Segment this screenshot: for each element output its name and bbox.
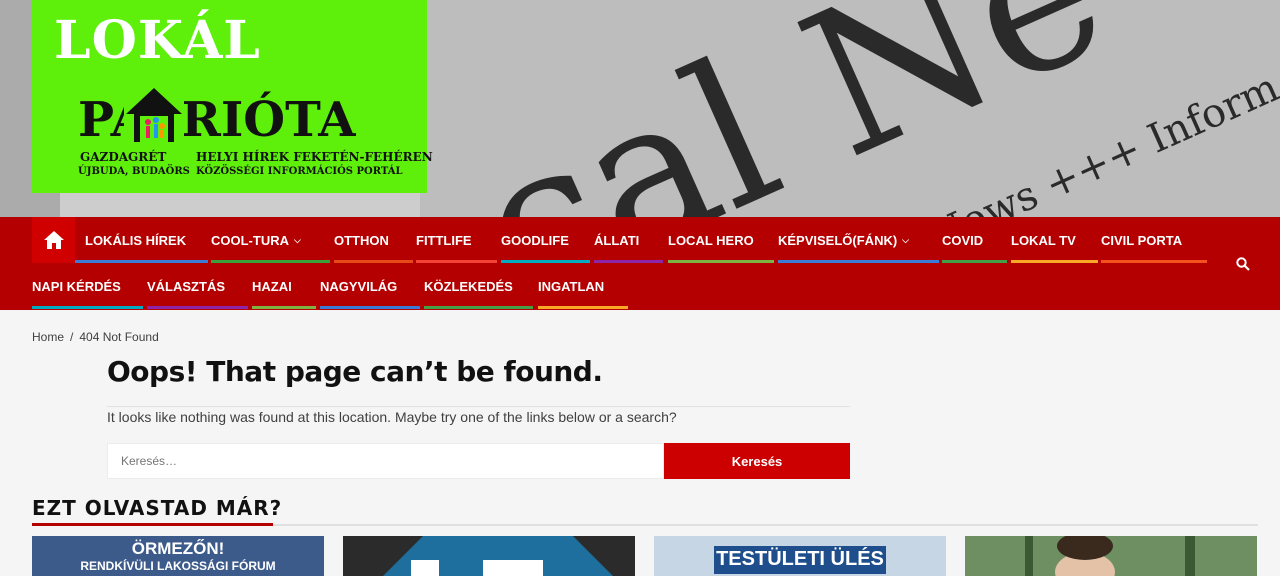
nav-item-valasztas[interactable]: VÁLASZTÁS (147, 263, 248, 309)
nav-item-label: HAZAI (252, 278, 292, 294)
home-button[interactable] (32, 217, 75, 263)
nav-item-kepviselo[interactable]: KÉPVISELŐ(FÁNK) ⌵ (778, 217, 939, 263)
card-subheadline: RENDKÍVÜLI LAKOSSÁGI FÓRUM (80, 559, 276, 573)
nav-item-kozlekedes[interactable]: KÖZLEKEDÉS (424, 263, 533, 309)
article-card[interactable] (965, 536, 1257, 576)
card-thumbnail-photo (965, 536, 1257, 576)
nav-item-label: CIVIL PORTA (1101, 232, 1183, 248)
nav-item-goodlife[interactable]: GOODLIFE (501, 217, 590, 263)
breadcrumb-home-link[interactable]: Home (32, 330, 64, 344)
nav-item-label: OTTHON (334, 232, 389, 248)
logo-sub-gazdagret: GAZDAGRÉT (80, 150, 167, 164)
search-submit-button[interactable]: Keresés (664, 443, 850, 479)
search-input[interactable] (107, 443, 664, 479)
nav-item-label: KÉPVISELŐ(FÁNK) (778, 232, 898, 248)
nav-item-label: LOKÁLIS HÍREK (85, 232, 187, 248)
nav-item-label: KÖZLEKEDÉS (424, 278, 513, 294)
nav-item-underline (252, 306, 316, 309)
logo-patriota-text: PATRIÓTA (78, 92, 356, 148)
nav-item-lokalis-hirek[interactable]: LOKÁLIS HÍREK (75, 217, 208, 263)
article-card[interactable]: ÖRMEZŐN! RENDKÍVÜLI LAKOSSÁGI FÓRUM (32, 536, 324, 576)
nav-item-underline (668, 260, 774, 263)
nav-item-underline (1101, 260, 1207, 263)
nav-item-lokal-tv[interactable]: LOKAL TV (1011, 217, 1098, 263)
nav-item-label: ÁLLATI (594, 232, 640, 248)
nav-item-underline (320, 306, 420, 309)
nav-item-underline (778, 260, 939, 263)
logo-sub-ujbuda: ÚJBUDA, BUDAÖRS (78, 166, 190, 177)
breadcrumb-current: 404 Not Found (79, 330, 159, 344)
page-title: Oops! That page can’t be found. (107, 355, 603, 388)
chevron-down-icon: ⌵ (294, 234, 301, 245)
nav-item-label: COVID (942, 232, 984, 248)
nav-item-napi-kerdes[interactable]: NAPI KÉRDÉS (32, 263, 143, 309)
nav-item-allati[interactable]: ÁLLATI (594, 217, 663, 263)
nav-item-label: LOCAL HERO (668, 232, 754, 248)
site-header: cal Ne +++ News +++ Inform mation LOKÁL … (0, 0, 1280, 217)
nav-item-cool-tura[interactable]: COOL-TURA ⌵ (211, 217, 330, 263)
nav-item-underline (1011, 260, 1098, 263)
nav-item-nagyvilag[interactable]: NAGYVILÁG (320, 263, 420, 309)
nav-item-hazai[interactable]: HAZAI (252, 263, 316, 309)
breadcrumb-separator: / (70, 330, 74, 344)
nav-item-ingatlan[interactable]: INGATLAN (538, 263, 628, 309)
search-icon (1236, 257, 1250, 271)
article-card[interactable] (343, 536, 635, 576)
house-family-icon (124, 84, 184, 146)
section-title: EZT OLVASTAD MÁR? (32, 496, 283, 520)
logo-sub-kozossegi: KÖZÖSSÉGI INFORMÁCIÓS PORTÁL (196, 166, 403, 177)
breadcrumb: Home / 404 Not Found (32, 330, 159, 344)
site-logo[interactable]: LOKÁL PATRIÓTA GAZDAGRÉT ÚJBUDA, BUDAÖRS… (32, 0, 433, 193)
home-icon (43, 231, 64, 249)
main-navigation: LOKÁLIS HÍREK COOL-TURA ⌵ OTTHON FITTLIFE… (0, 217, 1280, 310)
card-thumbnail-graphic (343, 536, 635, 576)
nav-item-underline (942, 260, 1007, 263)
logo-lokal-text: LOKÁL (54, 10, 261, 71)
nav-item-label: VÁLASZTÁS (147, 278, 225, 294)
logo-sub-helyi-hirek: HELYI HÍREK FEKETÉN-FEHÉREN (196, 150, 433, 164)
card-headline: TESTÜLETI ÜLÉS (716, 548, 884, 570)
nav-item-underline (147, 306, 248, 309)
chevron-down-icon: ⌵ (902, 234, 909, 245)
nav-item-underline (424, 306, 533, 309)
nav-item-label: LOKAL TV (1011, 232, 1076, 248)
nav-item-label: GOODLIFE (501, 232, 569, 248)
nav-item-otthon[interactable]: OTTHON (334, 217, 413, 263)
nav-item-label: INGATLAN (538, 278, 605, 294)
nav-item-underline (32, 306, 143, 309)
nav-item-label: COOL-TURA (211, 232, 289, 248)
nav-item-covid[interactable]: COVID (942, 217, 1007, 263)
article-card[interactable]: TESTÜLETI ÜLÉS (654, 536, 946, 576)
nav-item-label: FITTLIFE (416, 232, 472, 248)
nav-search-button[interactable] (1228, 249, 1258, 279)
not-found-description: It looks like nothing was found at this … (107, 409, 677, 425)
nav-item-civil-porta[interactable]: CIVIL PORTA (1101, 217, 1207, 263)
card-headline: ÖRMEZŐN! (131, 539, 225, 558)
nav-item-local-hero[interactable]: LOCAL HERO (668, 217, 774, 263)
nav-item-label: NAPI KÉRDÉS (32, 278, 121, 294)
nav-item-label: NAGYVILÁG (320, 278, 398, 294)
nav-item-underline (538, 306, 628, 309)
section-accent-bar (32, 523, 273, 526)
title-divider (107, 406, 850, 407)
nav-item-fittlife[interactable]: FITTLIFE (416, 217, 497, 263)
